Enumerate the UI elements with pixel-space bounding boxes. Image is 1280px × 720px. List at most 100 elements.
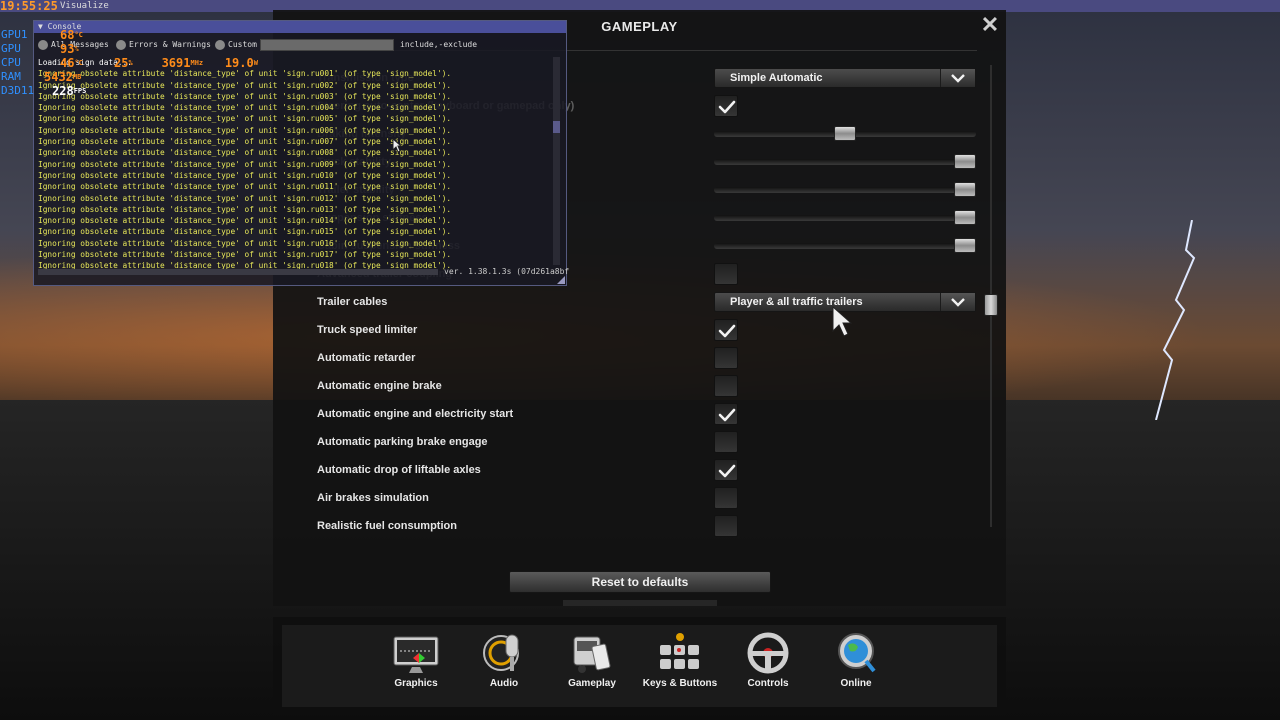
slider-thumb[interactable] (954, 154, 976, 169)
nav-audio[interactable]: Audio (465, 625, 543, 707)
steering-wheel-icon (747, 632, 789, 674)
checkmark-icon (718, 324, 736, 338)
stat-gpu-load: GPU 93% (1, 42, 79, 56)
setting-label: Automatic engine brake (317, 380, 442, 392)
options-nav: Graphics Audio Gameplay Keys & Buttons C… (273, 617, 1006, 715)
setting-row: Realistic fuel consumption (303, 512, 978, 540)
setting-checkbox[interactable] (714, 459, 738, 481)
truck-icon (573, 636, 611, 673)
setting-checkbox[interactable] (714, 263, 738, 285)
console-log-line: Ignoring obsolete attribute 'distance_ty… (38, 159, 452, 169)
setting-dropdown[interactable]: Simple Automatic (714, 68, 976, 88)
setting-label: Trailer cables (317, 296, 388, 308)
setting-slider[interactable] (714, 232, 976, 260)
slider-thumb[interactable] (954, 238, 976, 253)
checkmark-icon (718, 408, 736, 422)
globe-icon (838, 633, 876, 673)
chevron-down-icon (951, 298, 965, 307)
setting-label: Automatic drop of liftable axles (317, 464, 481, 476)
options-nav-bar: Graphics Audio Gameplay Keys & Buttons C… (282, 625, 997, 707)
setting-row: Trailer cables Player & all traffic trail… (303, 288, 978, 316)
slider-track[interactable] (714, 215, 976, 221)
close-button[interactable]: ✕ (979, 14, 1001, 36)
setting-slider[interactable] (714, 204, 976, 232)
overlay-clock: 19:55:25 (0, 0, 58, 13)
setting-checkbox[interactable] (714, 487, 738, 509)
console-log-line: Ignoring obsolete attribute 'distance_ty… (38, 250, 452, 260)
console-log-line: Ignoring obsolete attribute 'distance_ty… (38, 193, 452, 203)
slider-track[interactable] (714, 243, 976, 249)
checkmark-icon (718, 464, 736, 478)
setting-slider[interactable] (714, 148, 976, 176)
stat-fps: D3D11 228FPS (1, 84, 87, 98)
setting-row: Automatic drop of liftable axles (303, 456, 978, 484)
mouse-cursor (832, 306, 852, 337)
nav-keys-buttons[interactable]: Keys & Buttons (641, 625, 719, 707)
console-log-line: Ignoring obsolete attribute 'distance_ty… (38, 170, 452, 180)
microphone-icon (483, 634, 519, 671)
console-log-line: Ignoring obsolete attribute 'distance_ty… (38, 125, 452, 135)
slider-track[interactable] (714, 159, 976, 165)
reset-defaults-button[interactable]: Reset to defaults (509, 571, 771, 593)
slider-thumb[interactable] (954, 182, 976, 197)
console-resize-grip[interactable] (557, 276, 565, 284)
dropdown-arrow[interactable] (940, 293, 975, 311)
nav-gameplay[interactable]: Gameplay (553, 625, 631, 707)
dropdown-value: Simple Automatic (730, 72, 823, 84)
visualize-label: Visualize (60, 1, 109, 11)
stat-ram: RAM 5432MB (1, 70, 82, 84)
setting-row: Truck speed limiter (303, 316, 978, 344)
setting-checkbox[interactable] (714, 95, 738, 117)
setting-row: Automatic engine brake (303, 372, 978, 400)
monitor-icon (393, 636, 439, 673)
console-log-line: Ignoring obsolete attribute 'distance_ty… (38, 238, 452, 248)
console-scrollbar[interactable] (553, 57, 560, 265)
reset-divider (563, 600, 717, 606)
filter-input[interactable] (260, 39, 394, 51)
console-log-line: Ignoring obsolete attribute 'distance_ty… (38, 137, 452, 147)
console-log-line: Ignoring obsolete attribute 'distance_ty… (38, 114, 452, 124)
setting-checkbox[interactable] (714, 319, 738, 341)
console-hscrollbar[interactable] (38, 269, 438, 275)
console-log-line: Ignoring obsolete attribute 'distance_ty… (38, 204, 452, 214)
setting-row: Air brakes simulation (303, 484, 978, 512)
setting-checkbox[interactable] (714, 515, 738, 537)
console-cursor (392, 138, 402, 153)
nav-graphics[interactable]: Graphics (377, 625, 455, 707)
setting-slider[interactable] (714, 120, 976, 148)
setting-row: Automatic engine and electricity start (303, 400, 978, 428)
console-log-line: Ignoring obsolete attribute 'distance_ty… (38, 103, 452, 113)
stat-gpu-temp: GPU1 68°C (1, 28, 83, 42)
lightning-bolt (1155, 220, 1196, 420)
setting-checkbox[interactable] (714, 431, 738, 453)
stat-cpu-extra: 25% 3691MHz 19.0W (114, 56, 258, 70)
setting-checkbox[interactable] (714, 403, 738, 425)
settings-scroll-thumb[interactable] (984, 294, 998, 316)
console-log-line: Ignoring obsolete attribute 'distance_ty… (38, 148, 452, 158)
setting-slider[interactable] (714, 176, 976, 204)
slider-thumb[interactable] (954, 210, 976, 225)
slider-track[interactable] (714, 187, 976, 193)
setting-label: Automatic parking brake engage (317, 436, 488, 448)
checkmark-icon (718, 100, 736, 114)
setting-label: Air brakes simulation (317, 492, 429, 504)
console-version: ver. 1.38.1.3s (07d261a8bf (444, 267, 570, 276)
keyboard-icon (660, 633, 699, 669)
setting-row: Automatic parking brake engage (303, 428, 978, 456)
console-log-line: Ignoring obsolete attribute 'distance_ty… (38, 182, 452, 192)
setting-label: Automatic engine and electricity start (317, 408, 514, 420)
chevron-down-icon (951, 74, 965, 83)
nav-controls[interactable]: Controls (729, 625, 807, 707)
filter-hint: include,-exclude (400, 40, 478, 49)
setting-row: Automatic retarder (303, 344, 978, 372)
setting-checkbox[interactable] (714, 347, 738, 369)
setting-checkbox[interactable] (714, 375, 738, 397)
slider-thumb[interactable] (834, 126, 856, 141)
filter-custom[interactable]: Custom (215, 38, 257, 52)
setting-label: Automatic retarder (317, 352, 416, 364)
console-log-line: Ignoring obsolete attribute 'distance_ty… (38, 216, 452, 226)
nav-online[interactable]: Online (817, 625, 895, 707)
dropdown-arrow[interactable] (940, 69, 975, 87)
setting-label: Realistic fuel consumption (317, 520, 457, 532)
console-log-line: Ignoring obsolete attribute 'distance_ty… (38, 227, 452, 237)
